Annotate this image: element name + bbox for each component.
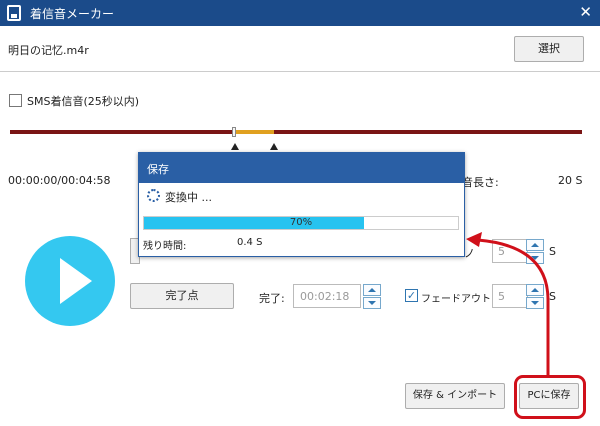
pc-save-highlight bbox=[514, 375, 586, 419]
length-value: 20 S bbox=[558, 174, 583, 187]
title-bar: 着信音メーカー ✕ bbox=[0, 0, 600, 26]
sms-checkbox[interactable] bbox=[9, 94, 22, 107]
select-button[interactable]: 選択 bbox=[514, 36, 584, 62]
fade-out-unit: S bbox=[549, 290, 556, 303]
dialog-title: 保存 bbox=[139, 153, 464, 183]
play-icon bbox=[60, 258, 92, 304]
end-time-input[interactable]: 00:02:18 bbox=[293, 284, 361, 308]
end-label: 完了: bbox=[259, 292, 285, 305]
remaining-value: 0.4 S bbox=[237, 237, 263, 248]
save-dialog: 保存 変換中 ... 70% 残り時間: 0.4 S bbox=[138, 152, 465, 257]
timeline-selection bbox=[234, 130, 274, 134]
end-point-button[interactable]: 完了点 bbox=[130, 283, 234, 309]
start-marker-icon[interactable] bbox=[231, 143, 239, 150]
progress-text: 70% bbox=[289, 217, 313, 228]
fade-out-label: フェードアウト bbox=[421, 294, 491, 305]
conversion-status: 変換中 ... bbox=[165, 191, 212, 204]
time-display: 00:00:00/00:04:58 bbox=[8, 174, 111, 187]
fade-in-down-icon[interactable] bbox=[526, 252, 544, 264]
fade-in-up-icon[interactable] bbox=[526, 239, 544, 251]
fade-out-up-icon[interactable] bbox=[526, 284, 544, 296]
fade-in-label-fragment: ノ bbox=[464, 247, 475, 260]
save-import-button[interactable]: 保存 & インポート bbox=[405, 383, 505, 409]
file-name: 明日の记忆.m4r bbox=[8, 44, 89, 57]
end-time-down-icon[interactable] bbox=[363, 297, 381, 309]
fade-out-down-icon[interactable] bbox=[526, 297, 544, 309]
fade-in-unit: S bbox=[549, 245, 556, 258]
timeline-track[interactable] bbox=[10, 130, 582, 134]
length-label: 音長さ: bbox=[462, 176, 499, 189]
window-title: 着信音メーカー bbox=[30, 7, 115, 21]
play-button[interactable] bbox=[25, 236, 115, 326]
fade-out-checkbox[interactable]: ✓ bbox=[405, 289, 418, 302]
phone-icon bbox=[7, 5, 21, 21]
end-time-up-icon[interactable] bbox=[363, 284, 381, 296]
progress-bar: 70% bbox=[143, 216, 459, 230]
fade-out-input[interactable]: 5 bbox=[492, 284, 528, 308]
start-handle[interactable] bbox=[232, 127, 236, 137]
file-bar: 明日の记忆.m4r 選択 bbox=[0, 26, 600, 72]
sms-label: SMS着信音(25秒以内) bbox=[27, 95, 140, 108]
close-icon[interactable]: ✕ bbox=[579, 3, 592, 21]
end-marker-icon[interactable] bbox=[270, 143, 278, 150]
fade-in-input[interactable]: 5 bbox=[492, 239, 528, 263]
remaining-label: 残り時間: bbox=[143, 241, 187, 252]
spinner-icon bbox=[147, 189, 160, 202]
